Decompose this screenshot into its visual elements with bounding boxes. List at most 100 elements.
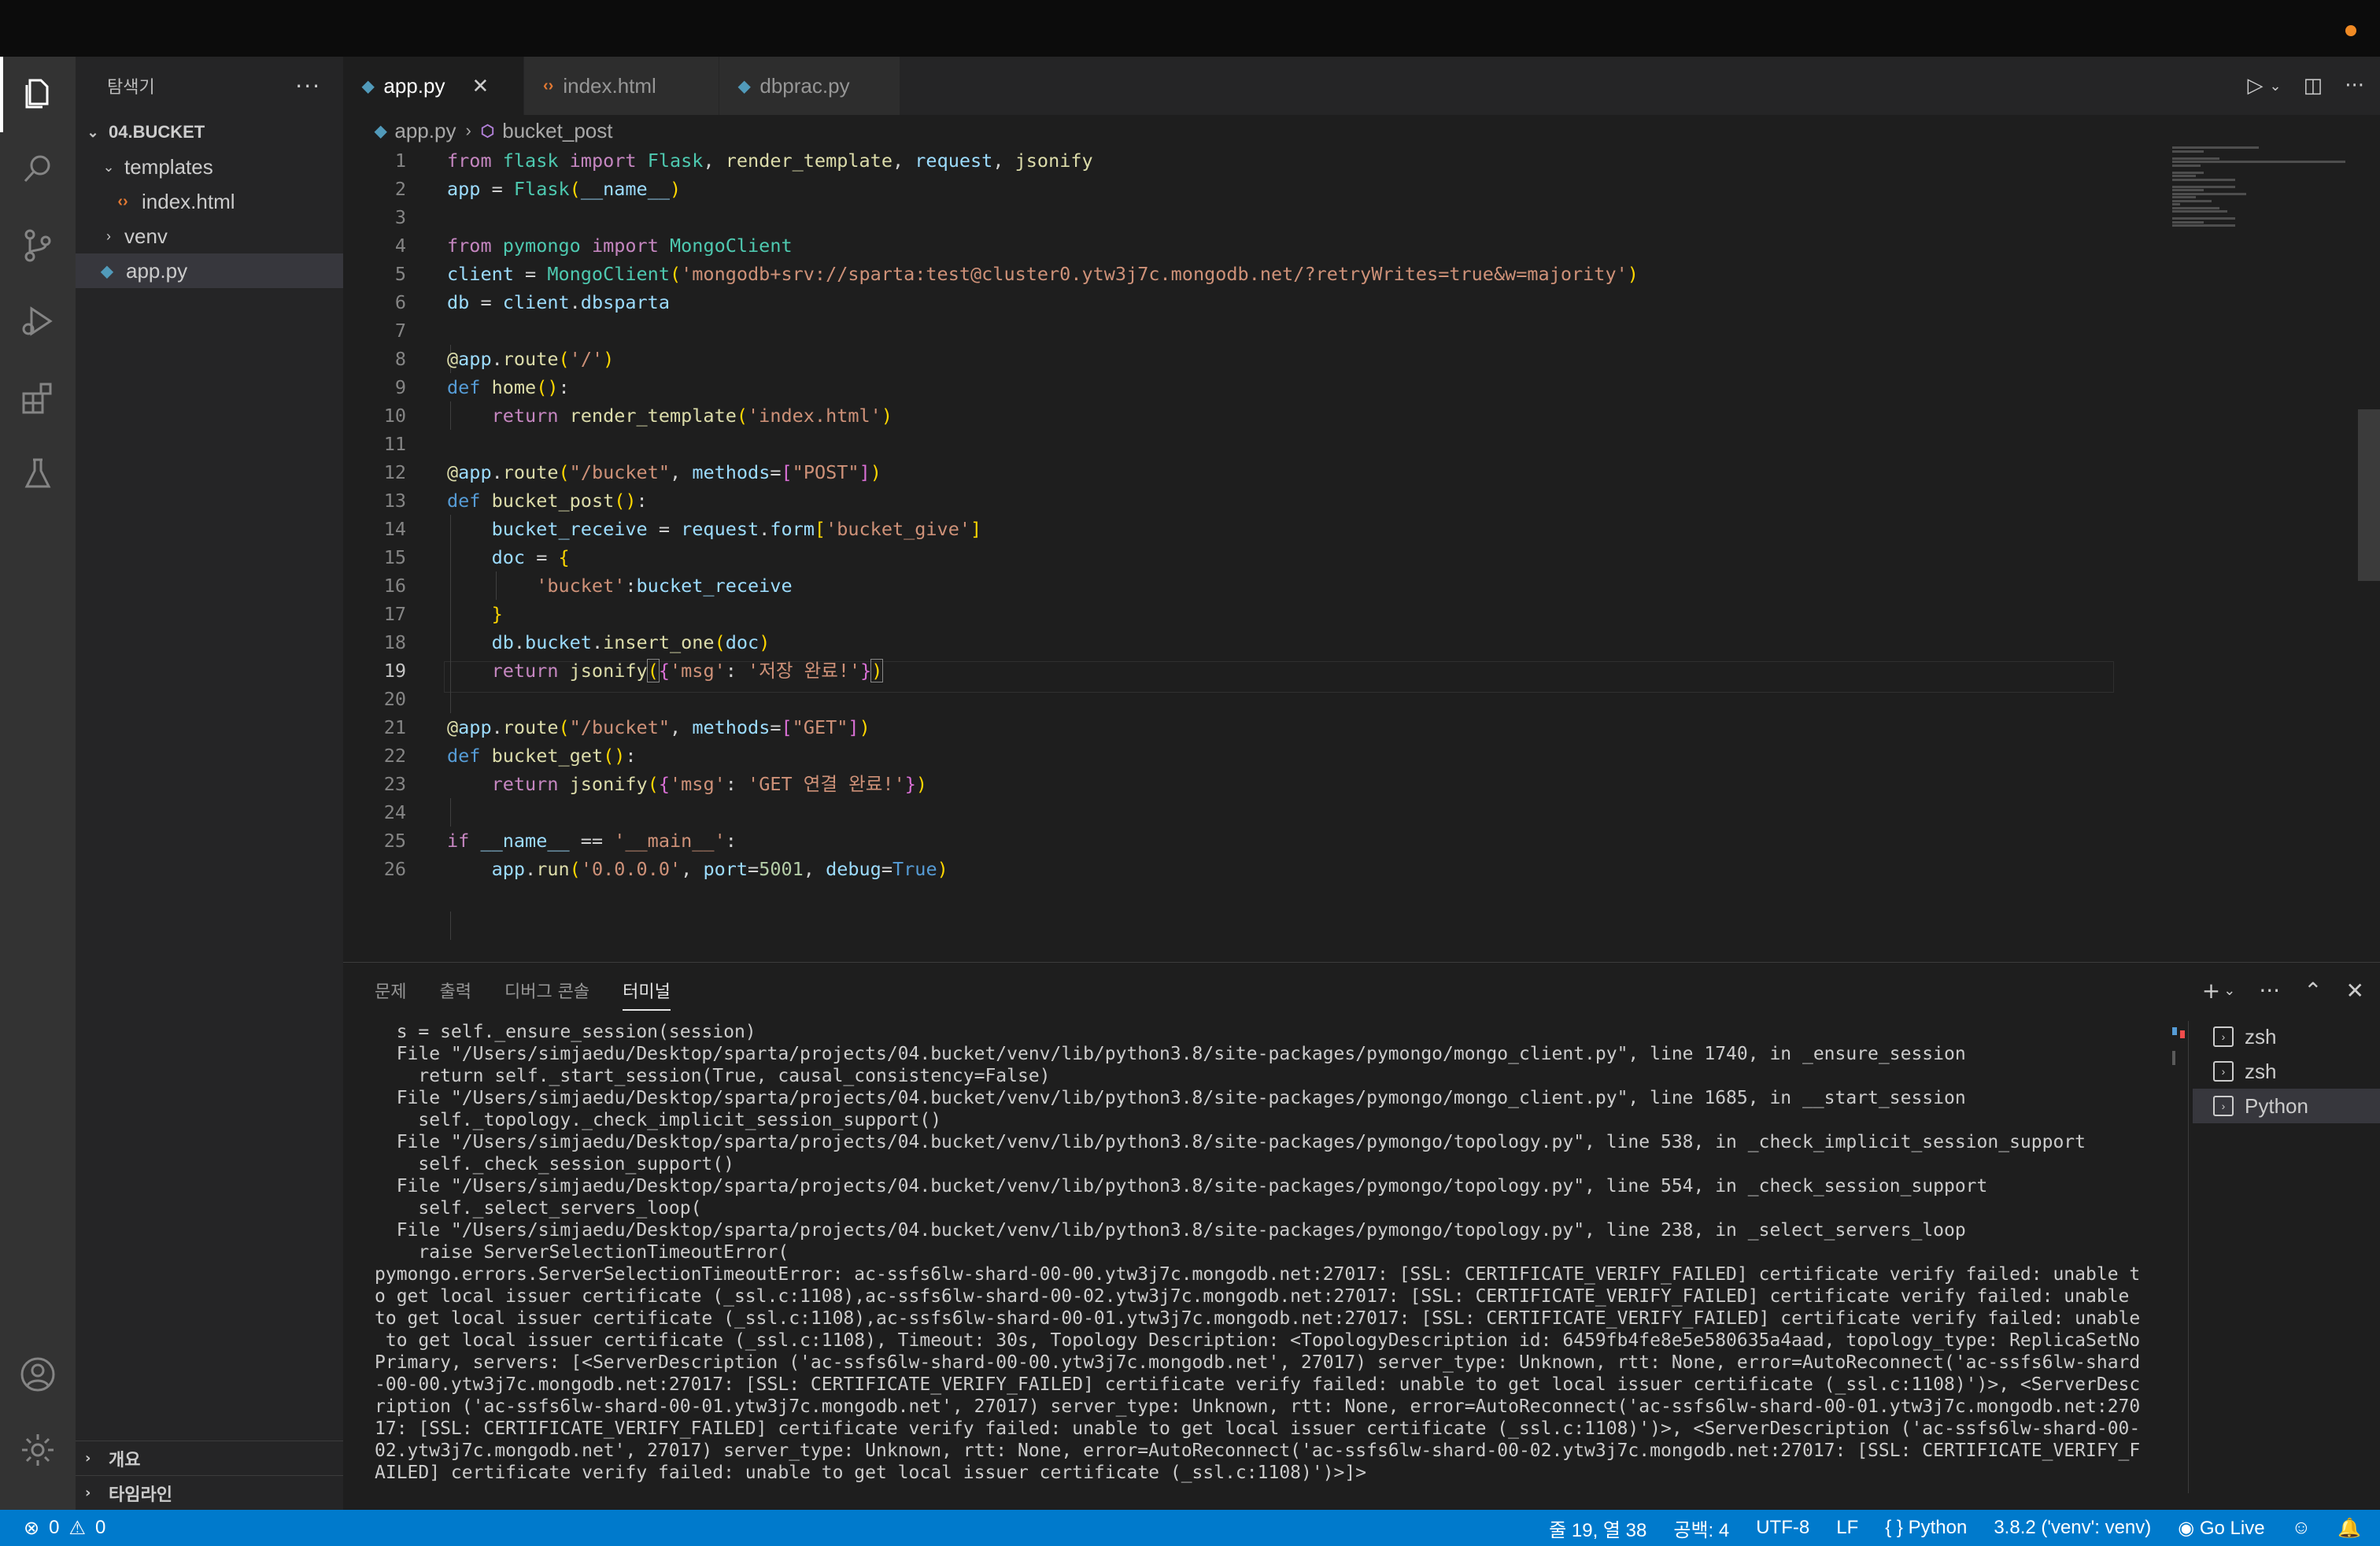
run-icon[interactable]: ▷: [2248, 74, 2264, 98]
timeline-section[interactable]: › 타임라인: [76, 1475, 343, 1510]
chevron-down-icon[interactable]: ⌄: [2270, 78, 2282, 94]
split-editor-icon[interactable]: ◫: [2304, 74, 2323, 98]
tree-item-label: app.py: [126, 258, 188, 283]
broadcast-icon: ◉: [2178, 1517, 2195, 1539]
cursor-position[interactable]: 줄 19, 열 38: [1549, 1515, 1646, 1542]
tab-app-py[interactable]: ◆ app.py ✕: [343, 57, 524, 115]
terminal-label: zsh: [2245, 1059, 2277, 1083]
terminal-item[interactable]: › zsh: [2193, 1054, 2380, 1089]
new-terminal-icon[interactable]: +: [2202, 978, 2220, 1004]
code-line: 25 if __name__ == '__main__':: [383, 830, 737, 852]
activity-bar: [0, 57, 76, 1510]
status-right: 줄 19, 열 38 공백: 4 UTF-8 LF { } Python 3.8…: [1549, 1515, 2361, 1542]
code-line: 2 app = Flask(__name__): [394, 178, 682, 200]
code-line: 3: [394, 206, 406, 228]
terminal-item[interactable]: › zsh: [2193, 1019, 2380, 1054]
error-count: 0: [49, 1517, 60, 1538]
close-panel-icon[interactable]: ✕: [2346, 978, 2364, 1004]
tree-item-index-html[interactable]: ‹› index.html: [76, 184, 343, 219]
python-icon: ◆: [362, 77, 375, 95]
code-line: 20: [383, 688, 406, 710]
more-actions-icon[interactable]: ···: [295, 73, 321, 99]
tab-output[interactable]: 출력: [439, 978, 471, 1003]
explorer-icon[interactable]: [19, 74, 57, 112]
run-debug-icon[interactable]: [19, 302, 57, 340]
tab-dbprac-py[interactable]: ◆ dbprac.py: [719, 57, 900, 115]
active-indicator: [0, 57, 3, 132]
tab-debug-console[interactable]: 디버그 콘솔: [504, 978, 589, 1003]
editor-scrollbar[interactable]: [2358, 409, 2380, 581]
error-icon: ⊗: [24, 1517, 40, 1539]
extensions-icon[interactable]: [19, 379, 57, 417]
code-line: 11: [383, 433, 406, 455]
feedback-icon[interactable]: ☺: [2292, 1517, 2312, 1539]
end-of-line[interactable]: LF: [1836, 1517, 1858, 1539]
tab-terminal[interactable]: 터미널: [623, 978, 671, 1011]
source-control-icon[interactable]: [19, 227, 57, 264]
editor-tabs: ◆ app.py ✕ ‹› index.html ◆ dbprac.py ▷ ⌄…: [343, 57, 2380, 115]
terminal-icon: ›: [2213, 1026, 2234, 1047]
indentation[interactable]: 공백: 4: [1673, 1515, 1729, 1542]
sidebar-sections: › 개요 › 타임라인: [76, 1441, 343, 1510]
breadcrumb-symbol[interactable]: bucket_post: [502, 119, 612, 143]
terminal-item[interactable]: › Python: [2193, 1089, 2380, 1123]
code-line: 9 def home():: [394, 376, 570, 398]
code-line: 5 client = MongoClient('mongodb+srv://spa…: [394, 263, 1639, 285]
panel-actions: + ⌄ ··· ⌃ ✕: [2202, 963, 2364, 1018]
braces-icon: { }: [1885, 1517, 1903, 1538]
maximize-panel-icon[interactable]: ⌃: [2304, 978, 2322, 1004]
account-icon[interactable]: [19, 1356, 57, 1393]
code-line: 23 return jsonify({'msg': 'GET 연결 완료!'}): [383, 773, 928, 795]
more-actions-icon[interactable]: ···: [2345, 74, 2364, 98]
notifications-bell-icon[interactable]: 🔔: [2338, 1517, 2361, 1540]
code-line-current: 19 return jsonify({'msg': '저장 완료!'}): [383, 659, 884, 682]
minimap[interactable]: [2172, 146, 2361, 241]
bottom-panel: 문제 출력 디버그 콘솔 터미널 + ⌄ ··· ⌃ ✕ s = self._e…: [343, 962, 2380, 1510]
workspace-root[interactable]: ⌄ 04.BUCKET: [76, 115, 343, 150]
tab-index-html[interactable]: ‹› index.html: [524, 57, 719, 115]
code-line: 10 return render_template('index.html'): [383, 405, 893, 427]
sidebar-header: 탐색기 ···: [76, 57, 343, 115]
python-interpreter[interactable]: 3.8.2 ('venv': venv): [1994, 1517, 2151, 1539]
code-line: 22 def bucket_get():: [383, 745, 637, 767]
title-bar: [0, 0, 2380, 57]
tree-item-label: venv: [124, 224, 168, 248]
terminal-icon: ›: [2213, 1061, 2234, 1082]
tree-item-templates[interactable]: ⌄ templates: [76, 150, 343, 184]
go-live-button[interactable]: ◉ Go Live: [2178, 1517, 2264, 1540]
chevron-right-icon: ›: [85, 1450, 91, 1466]
tab-problems[interactable]: 문제: [375, 978, 406, 1003]
code-line: 13 def bucket_post():: [383, 490, 648, 512]
code-line: 8 @app.route('/'): [394, 348, 615, 370]
tab-label: index.html: [563, 73, 656, 98]
status-bar: ⊗ 0 ⚠ 0 줄 19, 열 38 공백: 4 UTF-8 LF { } Py…: [0, 1510, 2380, 1546]
method-icon: ⬡: [480, 122, 495, 140]
language-mode[interactable]: { } Python: [1885, 1517, 1967, 1539]
warning-count: 0: [94, 1517, 106, 1538]
code-line: 14 bucket_receive = request.form['bucket…: [383, 518, 982, 540]
encoding[interactable]: UTF-8: [1756, 1517, 1809, 1539]
terminal-output[interactable]: s = self._ensure_session(session) File "…: [375, 1021, 2201, 1493]
code-line: 6 db = client.dbsparta: [394, 291, 670, 313]
settings-gear-icon[interactable]: [19, 1431, 57, 1469]
tree-item-app-py[interactable]: ◆ app.py: [76, 253, 343, 288]
code-editor[interactable]: 1 from flask import Flask, render_templat…: [343, 146, 2161, 962]
terminal-icon: ›: [2213, 1096, 2234, 1116]
testing-icon[interactable]: [19, 455, 57, 493]
close-icon[interactable]: ✕: [471, 74, 489, 98]
tab-label: app.py: [383, 73, 445, 98]
timeline-label: 타임라인: [109, 1485, 172, 1505]
more-actions-icon[interactable]: ···: [2259, 978, 2280, 1004]
outline-section[interactable]: › 개요: [76, 1441, 343, 1475]
code-line: 7: [394, 320, 406, 342]
breadcrumb-file[interactable]: app.py: [394, 119, 456, 143]
chevron-down-icon[interactable]: ⌄: [2223, 982, 2235, 999]
code-line: 21 @app.route("/bucket", methods=["GET"]): [383, 716, 870, 738]
tree-item-venv[interactable]: › venv: [76, 219, 343, 253]
editor-actions: ▷ ⌄ ◫ ···: [2248, 57, 2364, 115]
status-left[interactable]: ⊗ 0 ⚠ 0: [24, 1517, 105, 1540]
chevron-right-icon: ›: [465, 120, 471, 140]
search-icon[interactable]: [19, 150, 57, 187]
python-icon: ◆: [738, 77, 751, 95]
sidebar-title: 탐색기: [107, 78, 155, 98]
